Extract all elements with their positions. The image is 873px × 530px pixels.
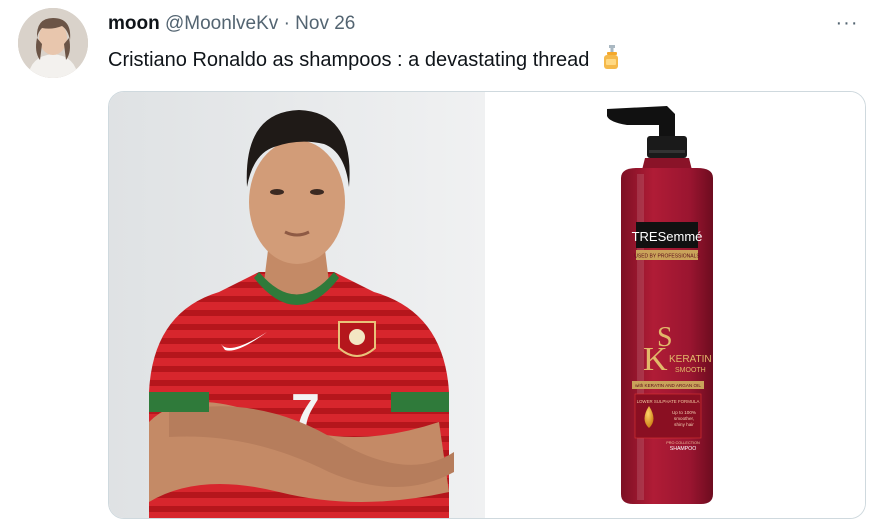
avatar-image: [18, 8, 88, 78]
tweet-body: Cristiano Ronaldo as shampoos : a devast…: [108, 49, 590, 71]
claim-1: Up to 100%: [672, 410, 696, 415]
lotion-bottle-icon: [601, 44, 621, 77]
brand-tagline: USED BY PROFESSIONALS: [634, 254, 700, 260]
photo-shampoo[interactable]: TRESemmé USED BY PROFESSIONALS K S KERAT…: [487, 92, 865, 518]
shampoo-bottle-image: TRESemmé USED BY PROFESSIONALS K S KERAT…: [607, 106, 713, 504]
more-options-button[interactable]: ···: [829, 8, 865, 38]
claim-3: shiny hair: [674, 422, 694, 427]
tweet-date[interactable]: Nov 26: [295, 13, 355, 34]
tweet-text: Cristiano Ronaldo as shampoos : a devast…: [108, 44, 621, 77]
person-photo: 7: [109, 92, 485, 518]
ingredient-text: with KERATIN AND ARGAN OIL: [635, 383, 701, 388]
author-name[interactable]: moon: [108, 13, 160, 34]
author-avatar[interactable]: [18, 8, 88, 78]
tweet-media[interactable]: 7 TRESemmé USED BY PROFESSIONALS K S KER…: [108, 91, 866, 519]
product-type: SHAMPOO: [670, 446, 697, 452]
claim-2: smoother,: [674, 416, 694, 421]
more-icon: ···: [835, 11, 859, 34]
brand-name: TRESemmé: [632, 229, 703, 244]
collection-text: PRO COLLECTION: [666, 441, 700, 445]
photo-ronaldo[interactable]: 7: [109, 92, 485, 518]
tweet-header: moon @MoonlveKv · Nov 26: [108, 12, 355, 36]
formula-text: LOWER SULPHATE FORMULA: [637, 399, 700, 404]
author-handle[interactable]: @MoonlveKv: [165, 13, 278, 34]
product-line: KERATIN: [669, 354, 712, 365]
s-letter: S: [657, 322, 673, 353]
product-line2: SMOOTH: [675, 367, 706, 374]
separator-dot: ·: [283, 13, 290, 34]
